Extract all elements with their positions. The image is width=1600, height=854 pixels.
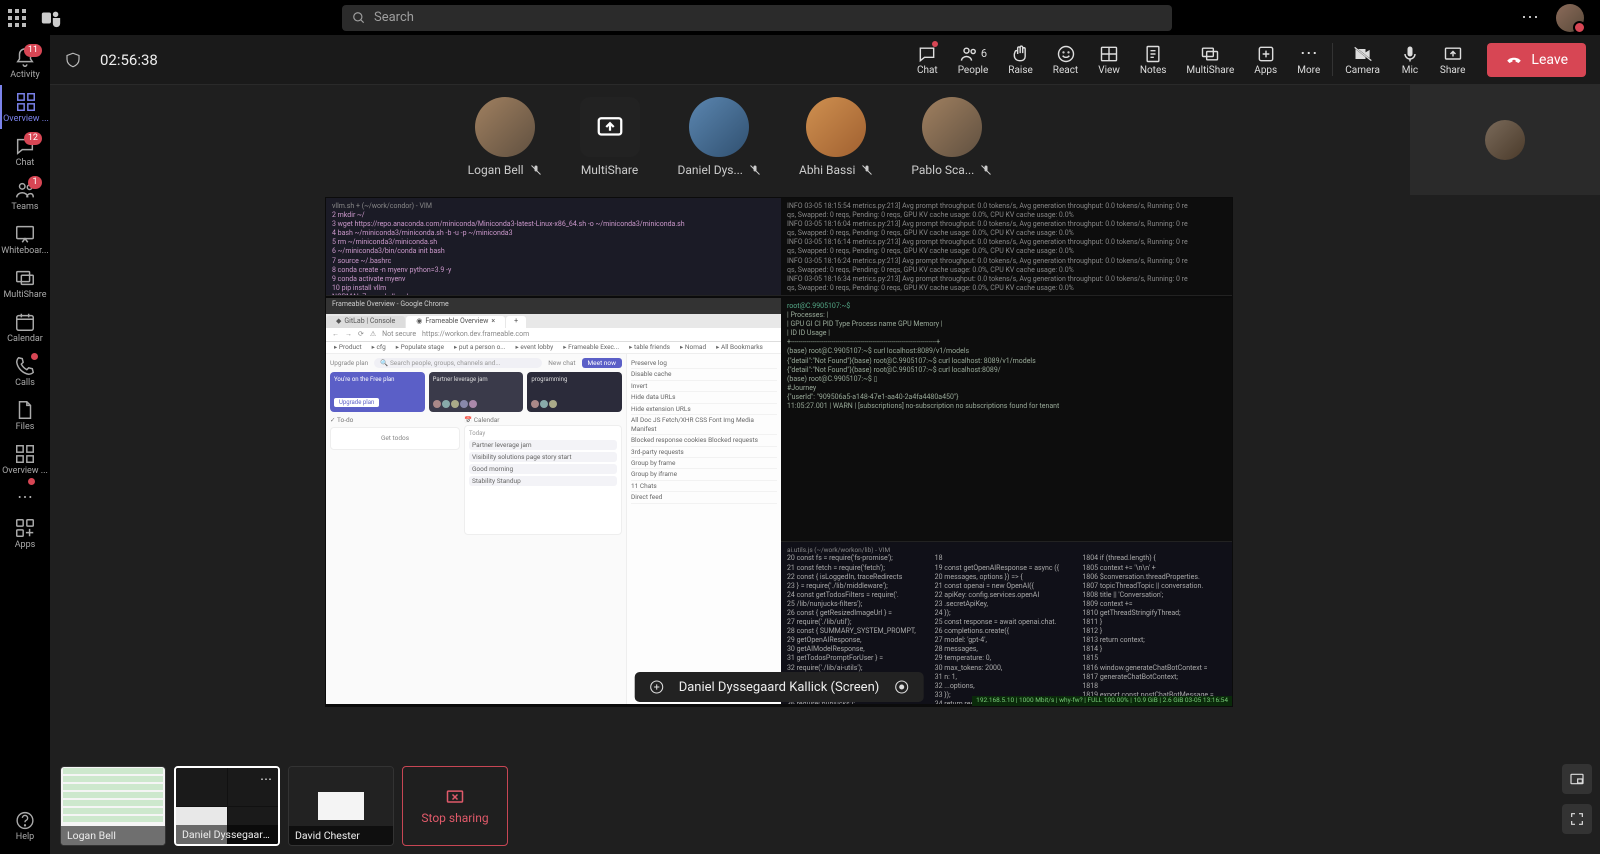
meeting-timer: 02:56:38 — [100, 51, 158, 69]
mic-muted-icon — [749, 164, 761, 176]
app-launcher-icon[interactable] — [8, 9, 26, 27]
chat-button[interactable]: Chat — [907, 35, 948, 84]
multishare-icon — [14, 267, 36, 289]
react-button[interactable]: React — [1043, 35, 1088, 84]
multishare-icon — [1200, 44, 1220, 64]
more-button[interactable]: ⋯ More — [1287, 35, 1330, 84]
screen-up-icon — [595, 112, 625, 142]
rail-calls[interactable]: Calls — [0, 349, 50, 393]
thumbnail-strip: Logan Bell ⋯ Daniel Dyssegaard ... David… — [60, 766, 1590, 846]
terminal-vim-vllm: vllm.sh + (~/work/condor) - VIM 2 mkdir … — [326, 198, 781, 296]
whiteboard-icon — [14, 223, 36, 245]
share-presenter-label: Daniel Dyssegaard Kallick (Screen) — [635, 672, 924, 702]
participant-row: Logan Bell MultiShare Daniel Dys... Abhi… — [50, 97, 1410, 177]
stop-sharing-button[interactable]: Stop sharing — [402, 766, 508, 846]
participant-daniel[interactable]: Daniel Dys... — [678, 97, 761, 177]
rail-whiteboard[interactable]: Whiteboar... — [0, 217, 50, 261]
notes-button[interactable]: Notes — [1130, 35, 1177, 84]
shield-icon[interactable] — [64, 51, 82, 69]
phone-down-icon — [1505, 51, 1523, 69]
rail-overview[interactable]: Overview ... — [0, 85, 50, 129]
thumb-daniel[interactable]: ⋯ Daniel Dyssegaard ... — [174, 766, 280, 846]
thumb-more-icon[interactable]: ⋯ — [260, 772, 272, 786]
rail-overview2[interactable]: Overview ... — [0, 437, 50, 481]
multishare-tile[interactable]: MultiShare — [580, 97, 640, 177]
fullscreen-button[interactable] — [1562, 804, 1592, 834]
search-icon — [352, 11, 366, 25]
rail-teams[interactable]: Teams 1 — [0, 173, 50, 217]
apps-icon — [14, 517, 36, 539]
search-input[interactable]: Search — [342, 5, 1172, 31]
multishare-button[interactable]: MultiShare — [1176, 35, 1244, 84]
hand-icon — [1011, 44, 1031, 64]
apps-button[interactable]: Apps — [1244, 35, 1287, 84]
rail-files[interactable]: Files — [0, 393, 50, 437]
camera-off-icon — [1353, 44, 1373, 64]
calendar-icon — [14, 311, 36, 333]
app-rail: Activity 11 Overview ... Chat 12 Teams 1… — [0, 35, 50, 854]
rail-calendar[interactable]: Calendar — [0, 305, 50, 349]
rail-multishare[interactable]: MultiShare — [0, 261, 50, 305]
raise-button[interactable]: Raise — [998, 35, 1043, 84]
file-icon — [14, 399, 36, 421]
chrome-window: Frameable Overview - Google Chrome ◆GitL… — [326, 298, 781, 704]
rail-apps[interactable]: Apps — [0, 511, 50, 555]
teams-logo-icon — [40, 7, 62, 29]
plus-square-icon — [1256, 44, 1276, 64]
mic-button[interactable]: Mic — [1390, 35, 1430, 84]
settings-more-icon[interactable]: ⋯ — [1521, 7, 1540, 28]
dock-button[interactable] — [1562, 764, 1592, 794]
thumb-logan[interactable]: Logan Bell — [60, 766, 166, 846]
grid-icon — [15, 91, 37, 113]
user-avatar[interactable] — [1556, 4, 1584, 32]
rail-help[interactable]: Help — [0, 810, 50, 854]
thumb-david[interactable]: David Chester — [288, 766, 394, 846]
layout-icon — [1099, 44, 1119, 64]
smile-icon — [1056, 44, 1076, 64]
mic-muted-icon — [530, 164, 542, 176]
search-placeholder: Search — [374, 10, 414, 25]
stage-controls — [1562, 764, 1592, 834]
participant-pablo[interactable]: Pablo Sca... — [911, 97, 992, 177]
people-button[interactable]: 6 People — [948, 35, 999, 84]
target-icon[interactable] — [893, 679, 909, 695]
camera-button[interactable]: Camera — [1335, 35, 1390, 84]
grid-icon — [14, 443, 36, 465]
help-icon — [14, 810, 36, 831]
expand-icon[interactable] — [649, 679, 665, 695]
participant-logan[interactable]: Logan Bell — [468, 97, 542, 177]
rail-chat[interactable]: Chat 12 — [0, 129, 50, 173]
share-button[interactable]: Share — [1430, 35, 1475, 84]
notes-icon — [1143, 44, 1163, 64]
leave-button[interactable]: Leave — [1487, 43, 1586, 77]
view-button[interactable]: View — [1088, 35, 1130, 84]
shared-screen[interactable]: vllm.sh + (~/work/condor) - VIM 2 mkdir … — [325, 197, 1233, 707]
titlebar: Search ⋯ — [0, 0, 1600, 35]
meeting-stage: Logan Bell MultiShare Daniel Dys... Abhi… — [50, 85, 1600, 854]
tmux-status: 192.168.5.10 | 1000 Mbit/s | why-fw? | F… — [972, 696, 1232, 706]
terminal-shell: root@C.9905107:~$ | Processes: || GPU GI… — [781, 298, 1232, 542]
meeting-toolbar: 02:56:38 Chat 6 People Raise React View … — [50, 35, 1600, 85]
mic-muted-icon — [861, 164, 873, 176]
more-dot — [28, 478, 35, 485]
rail-more[interactable]: ⋯ — [0, 481, 50, 511]
stop-share-icon — [445, 787, 465, 807]
mic-icon — [1400, 44, 1420, 64]
terminal-vllm-logs: INFO 03-05 18:15:54 metrics.py:213] Avg … — [781, 198, 1232, 296]
share-up-icon — [1443, 44, 1463, 64]
self-view[interactable] — [1410, 85, 1600, 195]
calls-dot — [31, 353, 38, 360]
mic-muted-icon — [980, 164, 992, 176]
rail-activity[interactable]: Activity 11 — [0, 41, 50, 85]
participant-abhi[interactable]: Abhi Bassi — [799, 97, 873, 177]
people-icon — [959, 44, 979, 64]
